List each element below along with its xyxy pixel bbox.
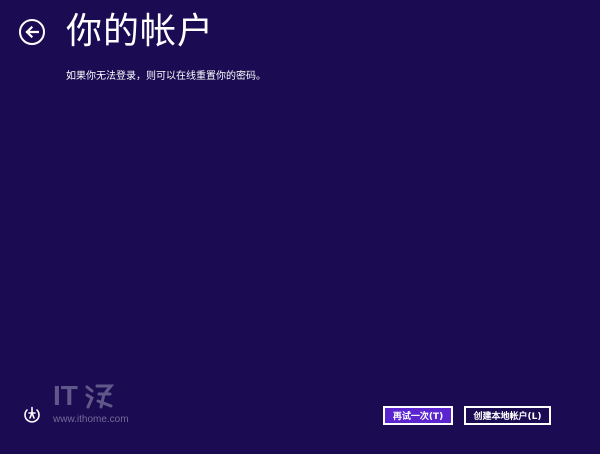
create-local-account-button[interactable]: 创建本地帐户(L) [464,406,551,425]
page-title: 你的帐户 [66,11,215,52]
ithome-logo-icon [85,384,114,409]
watermark: IT www.ithome.com [53,382,143,432]
ease-of-access-icon[interactable] [23,406,41,424]
arrow-left-icon [25,26,39,38]
back-button[interactable] [19,19,45,45]
retry-button[interactable]: 再试一次(T) [383,406,453,425]
watermark-logo-text: IT [53,380,78,411]
watermark-logo: IT [53,382,143,410]
description-text: 如果你无法登录，则可以在线重置你的密码。 [66,71,266,82]
watermark-url: www.ithome.com [53,414,129,425]
